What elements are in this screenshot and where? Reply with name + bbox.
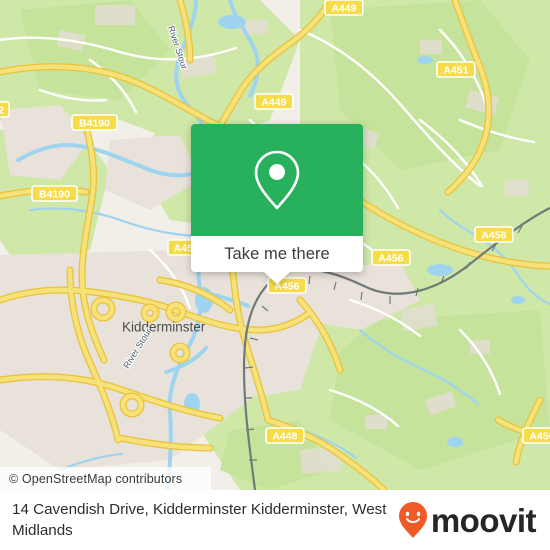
map-viewport[interactable]: Kidderminster River Stour River Stour A449… xyxy=(0,0,550,490)
footer-bar: 14 Cavendish Drive, Kidderminster Kidder… xyxy=(0,490,550,550)
map-share-card: Kidderminster River Stour River Stour A449… xyxy=(0,0,550,550)
moovit-wordmark: moovit xyxy=(430,501,537,539)
callout-tail xyxy=(264,272,290,284)
osm-attribution[interactable]: © OpenStreetMap contributors xyxy=(0,467,211,490)
take-me-there-label: Take me there xyxy=(224,244,330,263)
take-me-there-button[interactable]: Take me there xyxy=(191,236,363,272)
address-title: 14 Cavendish Drive, Kidderminster Kidder… xyxy=(12,501,387,539)
take-me-there-callout[interactable]: Take me there xyxy=(191,124,363,284)
osm-attribution-text: © OpenStreetMap contributors xyxy=(9,471,183,486)
map-pin-icon xyxy=(254,150,300,210)
moovit-brand[interactable]: moovit xyxy=(398,501,537,539)
moovit-pin-smiley-icon xyxy=(398,502,427,538)
callout-header xyxy=(191,124,363,236)
